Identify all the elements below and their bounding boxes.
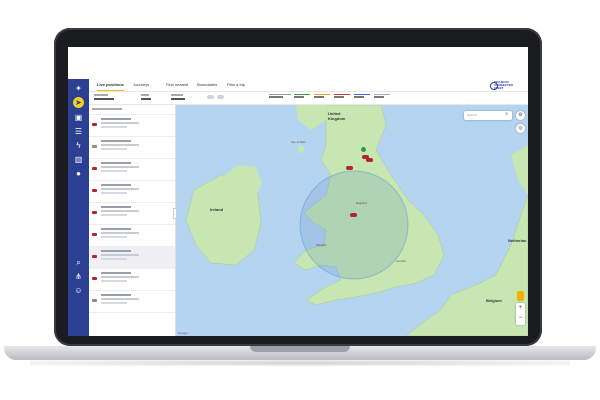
filter-bar	[89, 92, 528, 105]
locate-icon[interactable]: ➤	[73, 97, 84, 108]
tab-find-nearest[interactable]: Find nearest	[166, 82, 188, 87]
laptop-screen: ✦ ➤ ▣ ☰ ϟ ▥ ● ⌕ ⋔ ☺ Live positions Journ…	[68, 47, 528, 336]
map-label-england: England	[356, 201, 368, 205]
list-header	[89, 105, 175, 115]
vehicle-row[interactable]	[89, 115, 175, 137]
tab-journeys[interactable]: Journeys	[133, 82, 149, 87]
map-label-isle-of-man: Isle of Man	[291, 140, 306, 144]
map-label-ireland: Ireland	[210, 207, 224, 212]
vehicle-list	[89, 105, 176, 336]
vehicle-marker[interactable]	[350, 213, 357, 217]
screen-blank-area	[68, 47, 528, 79]
laptop-shadow	[30, 360, 570, 366]
fleet-app: ✦ ➤ ▣ ☰ ϟ ▥ ● ⌕ ⋔ ☺ Live positions Journ…	[68, 79, 528, 336]
tab-live-positions[interactable]: Live positions	[97, 82, 124, 91]
status-parked[interactable]	[354, 94, 370, 103]
logo-icon[interactable]: ✦	[73, 83, 84, 94]
brand-name: MICHELIN CONNECTED FLEET	[494, 80, 514, 90]
display-toggle[interactable]	[207, 95, 214, 99]
group-filter[interactable]	[171, 93, 195, 101]
vehicle-icon	[92, 167, 97, 170]
street-view-pegman-icon[interactable]	[517, 291, 524, 301]
sidebar-rail: ✦ ➤ ▣ ☰ ϟ ▥ ● ⌕ ⋔ ☺	[68, 79, 89, 336]
list-icon[interactable]: ☰	[73, 126, 84, 137]
vehicle-row[interactable]	[89, 225, 175, 247]
vehicle-marker[interactable]	[361, 147, 366, 152]
map-zoom-control[interactable]: + −	[516, 303, 525, 325]
map-label-london: London	[396, 259, 407, 263]
vehicle-row[interactable]	[89, 181, 175, 203]
vehicle-marker[interactable]	[346, 166, 353, 170]
map-settings-button[interactable]: ⚙	[516, 111, 525, 120]
vehicle-filter[interactable]	[94, 93, 134, 101]
zoom-in-button[interactable]: +	[516, 303, 525, 313]
map-label-uk: United Kingdom	[328, 111, 346, 121]
vehicle-icon	[92, 277, 97, 280]
vehicle-row[interactable]	[89, 137, 175, 159]
top-navigation: Live positions Journeys Find nearest Bou…	[89, 79, 528, 92]
google-attribution: Google	[178, 331, 188, 335]
network-icon[interactable]: ⋔	[73, 271, 84, 282]
status-idling[interactable]	[314, 94, 330, 103]
vehicle-icon	[92, 123, 97, 126]
status-towing[interactable]	[374, 94, 390, 103]
search-icon[interactable]: ⌕	[73, 257, 84, 268]
status-driving[interactable]	[294, 94, 310, 103]
layers-icon[interactable]: ▣	[73, 112, 84, 123]
user-icon[interactable]: ☺	[73, 285, 84, 296]
date-filter[interactable]	[141, 93, 159, 101]
vehicle-icon	[92, 211, 97, 214]
map-label-belgium: Belgium	[486, 298, 502, 303]
vehicle-icon	[92, 189, 97, 192]
map-label-wales: WALES	[316, 243, 327, 247]
vehicle-row[interactable]	[89, 269, 175, 291]
map-land	[185, 105, 528, 336]
map-layers-button[interactable]: ◎	[516, 124, 525, 133]
vehicle-marker[interactable]	[366, 158, 373, 162]
vehicle-row[interactable]	[89, 159, 175, 181]
tab-boundaries[interactable]: Boundaries	[197, 82, 217, 87]
cluster-toggle[interactable]	[217, 95, 224, 99]
vehicle-icon	[92, 255, 97, 258]
map-label-netherlands: Netherlan	[508, 238, 527, 243]
laptop-notch	[250, 346, 350, 352]
status-all[interactable]	[269, 94, 291, 103]
vehicle-icon	[92, 299, 97, 302]
map-view[interactable]: United Kingdom Isle of Man Ireland Engla…	[176, 105, 528, 336]
status-stopped[interactable]	[334, 94, 350, 103]
fuel-icon[interactable]: ●	[73, 168, 84, 179]
bolt-icon[interactable]: ϟ	[73, 140, 84, 151]
vehicle-icon	[92, 145, 97, 148]
tab-plan-a-trip[interactable]: Plan a trip	[227, 82, 245, 87]
zoom-out-button[interactable]: −	[516, 313, 525, 323]
vehicle-row[interactable]	[89, 291, 175, 313]
stats-icon[interactable]: ▥	[73, 154, 84, 165]
vehicle-row[interactable]	[89, 247, 175, 269]
map-search-icon[interactable]: ⌕	[505, 111, 508, 117]
vehicle-icon	[92, 233, 97, 236]
vehicle-row[interactable]	[89, 203, 175, 225]
